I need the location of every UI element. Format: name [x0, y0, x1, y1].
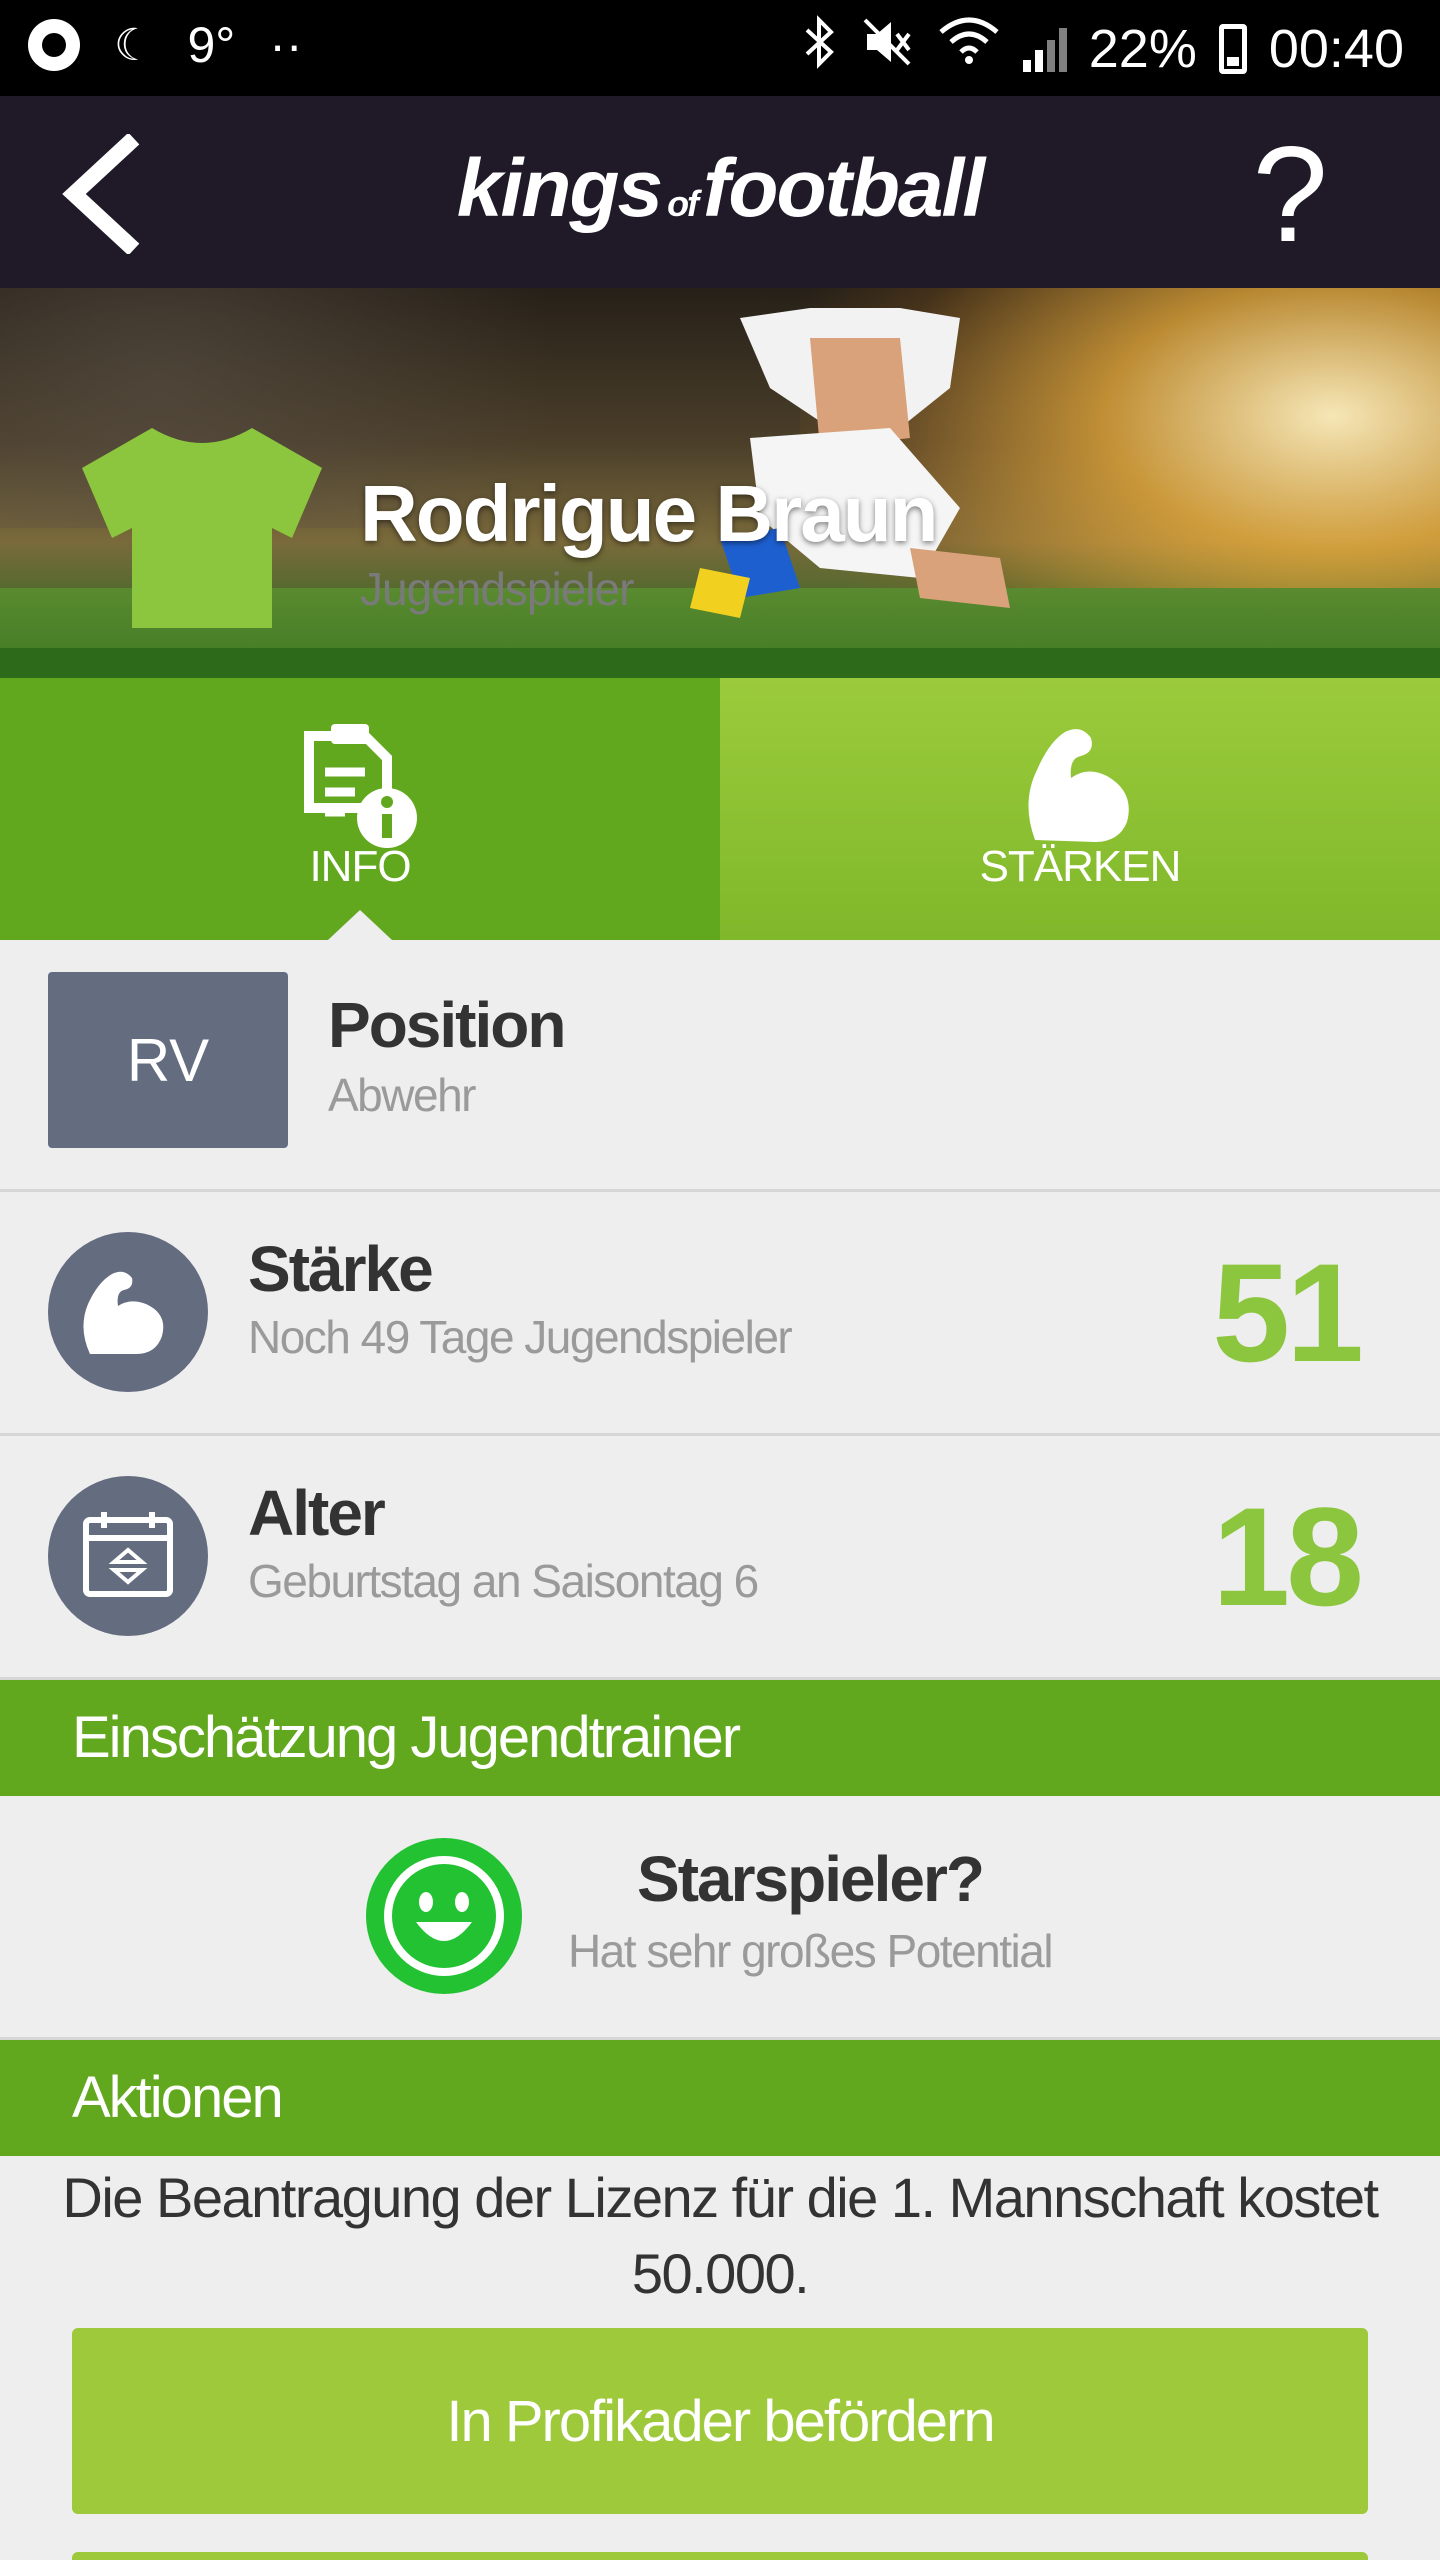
status-right: 22% 00:40	[801, 14, 1404, 83]
license-cost-text: Die Beantragung der Lizenz für die 1. Ma…	[62, 2166, 1379, 2305]
next-action-button[interactable]	[72, 2552, 1368, 2560]
actions-header: Aktionen	[0, 2040, 1440, 2156]
status-left: ☾ 9° ··	[28, 16, 303, 74]
player-name: Rodrigue Braun	[360, 469, 938, 558]
hero-player-image	[690, 308, 1010, 618]
tab-info[interactable]: INFO	[0, 678, 720, 940]
flexed-arm-icon	[1028, 729, 1129, 842]
player-role: Jugendspieler	[360, 563, 634, 615]
strength-icon-circle	[48, 1232, 208, 1392]
age-title: Alter	[248, 1477, 386, 1549]
strength-subtitle: Noch 49 Tage Jugendspieler	[248, 1311, 793, 1363]
flexed-arm-icon	[83, 1271, 164, 1354]
active-tab-indicator	[328, 910, 392, 940]
calendar-icon	[83, 1512, 173, 1597]
battery-icon	[1218, 23, 1247, 74]
app-header: kings offootball ?	[0, 96, 1440, 288]
strength-value: 51	[1212, 1234, 1364, 1391]
position-row: RV Position Abwehr	[0, 940, 1440, 1192]
bluetooth-icon	[801, 14, 837, 83]
player-hero-banner: Rodrigue Braun Jugendspieler	[0, 288, 1440, 678]
app-logo: kings offootball	[456, 143, 985, 234]
strength-title: Stärke	[248, 1233, 434, 1305]
status-bar: ☾ 9° ·· 22% 00:40	[0, 0, 1440, 96]
more-notifications: ··	[269, 17, 303, 73]
age-value: 18	[1212, 1478, 1364, 1635]
coach-assessment-title: Starspieler?	[637, 1843, 985, 1915]
temperature: 9°	[187, 17, 236, 73]
smiley-icon	[366, 1838, 522, 1994]
coach-assessment-row: Starspieler? Hat sehr großes Potential	[0, 1796, 1440, 2040]
document-info-icon	[304, 724, 417, 848]
shirt-icon	[82, 428, 322, 628]
coach-assessment-subtitle: Hat sehr großes Potential	[567, 1925, 1054, 1977]
age-row: Alter Geburtstag an Saisontag 6 18	[0, 1436, 1440, 1680]
signal-icon	[1022, 26, 1067, 72]
tab-strengths[interactable]: STÄRKEN	[720, 678, 1440, 940]
position-title: Position	[328, 989, 566, 1061]
tab-bar: INFO STÄRKEN	[0, 678, 1440, 940]
promote-button[interactable]: In Profikader befördern	[72, 2328, 1368, 2514]
moon-icon: ☾	[114, 20, 154, 70]
position-badge: RV	[48, 972, 288, 1148]
game-notification-icon	[28, 19, 80, 71]
age-icon-circle	[48, 1476, 208, 1636]
battery-percent: 22%	[1088, 18, 1197, 79]
tab-strengths-label: STÄRKEN	[979, 842, 1182, 891]
coach-assessment-header: Einschätzung Jugendtrainer	[0, 1680, 1440, 1796]
age-subtitle: Geburtstag an Saisontag 6	[248, 1555, 759, 1607]
position-subtitle: Abwehr	[328, 1069, 476, 1121]
tab-info-label: INFO	[309, 842, 411, 891]
help-button[interactable]: ?	[1252, 126, 1328, 262]
wifi-icon	[937, 14, 1001, 83]
mute-icon	[859, 14, 915, 83]
clock: 00:40	[1268, 18, 1404, 79]
strength-row: Stärke Noch 49 Tage Jugendspieler 51	[0, 1192, 1440, 1436]
